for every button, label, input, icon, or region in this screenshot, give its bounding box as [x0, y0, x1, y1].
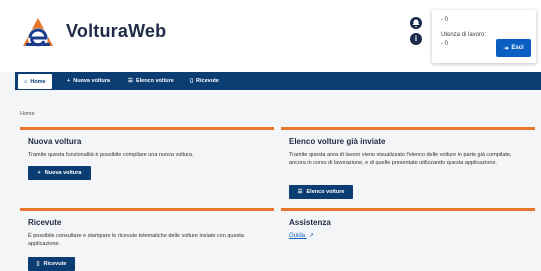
card-accent-bar [20, 127, 274, 130]
card-accent-bar [281, 208, 535, 211]
button-label: Elenco volture [306, 189, 345, 195]
card-text: È possibile consultare e stampare le ric… [28, 233, 244, 247]
nav-item-nuova-voltura[interactable]: + Nuova voltura [67, 72, 110, 90]
nav-item-ricevute[interactable]: ▯ Ricevute [190, 72, 219, 90]
card-text: Tramite questa area di lavoro viene visu… [289, 152, 512, 166]
work-user-label: Utenza di lavoro: [441, 32, 487, 38]
notification-icon[interactable] [410, 17, 422, 29]
nav-label: Elenco volture [135, 78, 174, 84]
card-title: Nuova voltura [28, 137, 82, 146]
info-icon[interactable]: i [410, 33, 422, 45]
exit-button-label: Esci [511, 45, 524, 51]
ricevute-button[interactable]: ▯ Ricevute [28, 257, 75, 271]
nav-item-elenco-volture[interactable]: ☰ Elenco volture [128, 72, 174, 90]
card-title: Ricevute [28, 218, 62, 227]
list-icon: ☰ [297, 189, 303, 195]
user-panel: - 0 Utenza di lavoro: - 0 ⇥ Esci [432, 10, 536, 63]
agenzia-entrate-logo[interactable] [20, 16, 56, 50]
card-nuova-voltura: Nuova voltura Tramite questa funzionalit… [20, 127, 274, 185]
card-accent-bar [281, 127, 535, 130]
card-assistenza: Assistenza Guida ↗ [281, 208, 535, 248]
logout-icon: ⇥ [503, 45, 509, 52]
plus-icon: + [67, 78, 71, 84]
card-accent-bar [20, 208, 274, 211]
card-elenco-volture: Elenco volture già inviate Tramite quest… [281, 127, 535, 202]
button-label: Nuova voltura [44, 170, 82, 176]
nav-label: Nuova voltura [73, 78, 110, 84]
plus-icon: + [37, 170, 41, 176]
elenco-volture-button[interactable]: ☰ Elenco volture [289, 185, 353, 199]
card-title: Assistenza [289, 218, 331, 227]
main-nav: ⌂ Home + Nuova voltura ☰ Elenco volture … [15, 72, 541, 90]
card-title: Elenco volture già inviate [289, 137, 386, 146]
user-name: - 0 [441, 17, 449, 23]
exit-button[interactable]: ⇥ Esci [496, 39, 531, 57]
card-ricevute: Ricevute È possibile consultare e stampa… [20, 208, 274, 271]
external-link-icon: ↗ [308, 233, 314, 239]
app-title: VolturaWeb [66, 21, 167, 41]
app-header: VolturaWeb i - 0 Utenza di lavoro: - 0 ⇥… [0, 0, 541, 72]
guida-link[interactable]: Guida ↗ [289, 232, 314, 239]
link-label: Guida [289, 233, 306, 239]
breadcrumb[interactable]: Home [20, 111, 35, 117]
nuova-voltura-button[interactable]: + Nuova voltura [28, 166, 91, 180]
work-user-value: - 0 [441, 41, 449, 47]
nav-item-home[interactable]: ⌂ Home [18, 74, 52, 89]
document-icon: ▯ [36, 261, 40, 267]
document-icon: ▯ [190, 78, 194, 84]
home-icon: ⌂ [24, 78, 28, 85]
button-label: Ricevute [43, 261, 67, 267]
list-icon: ☰ [128, 78, 133, 84]
nav-label: Home [30, 78, 46, 85]
nav-label: Ricevute [196, 78, 219, 84]
card-text: Tramite questa funzionalità è possibile … [28, 152, 194, 158]
